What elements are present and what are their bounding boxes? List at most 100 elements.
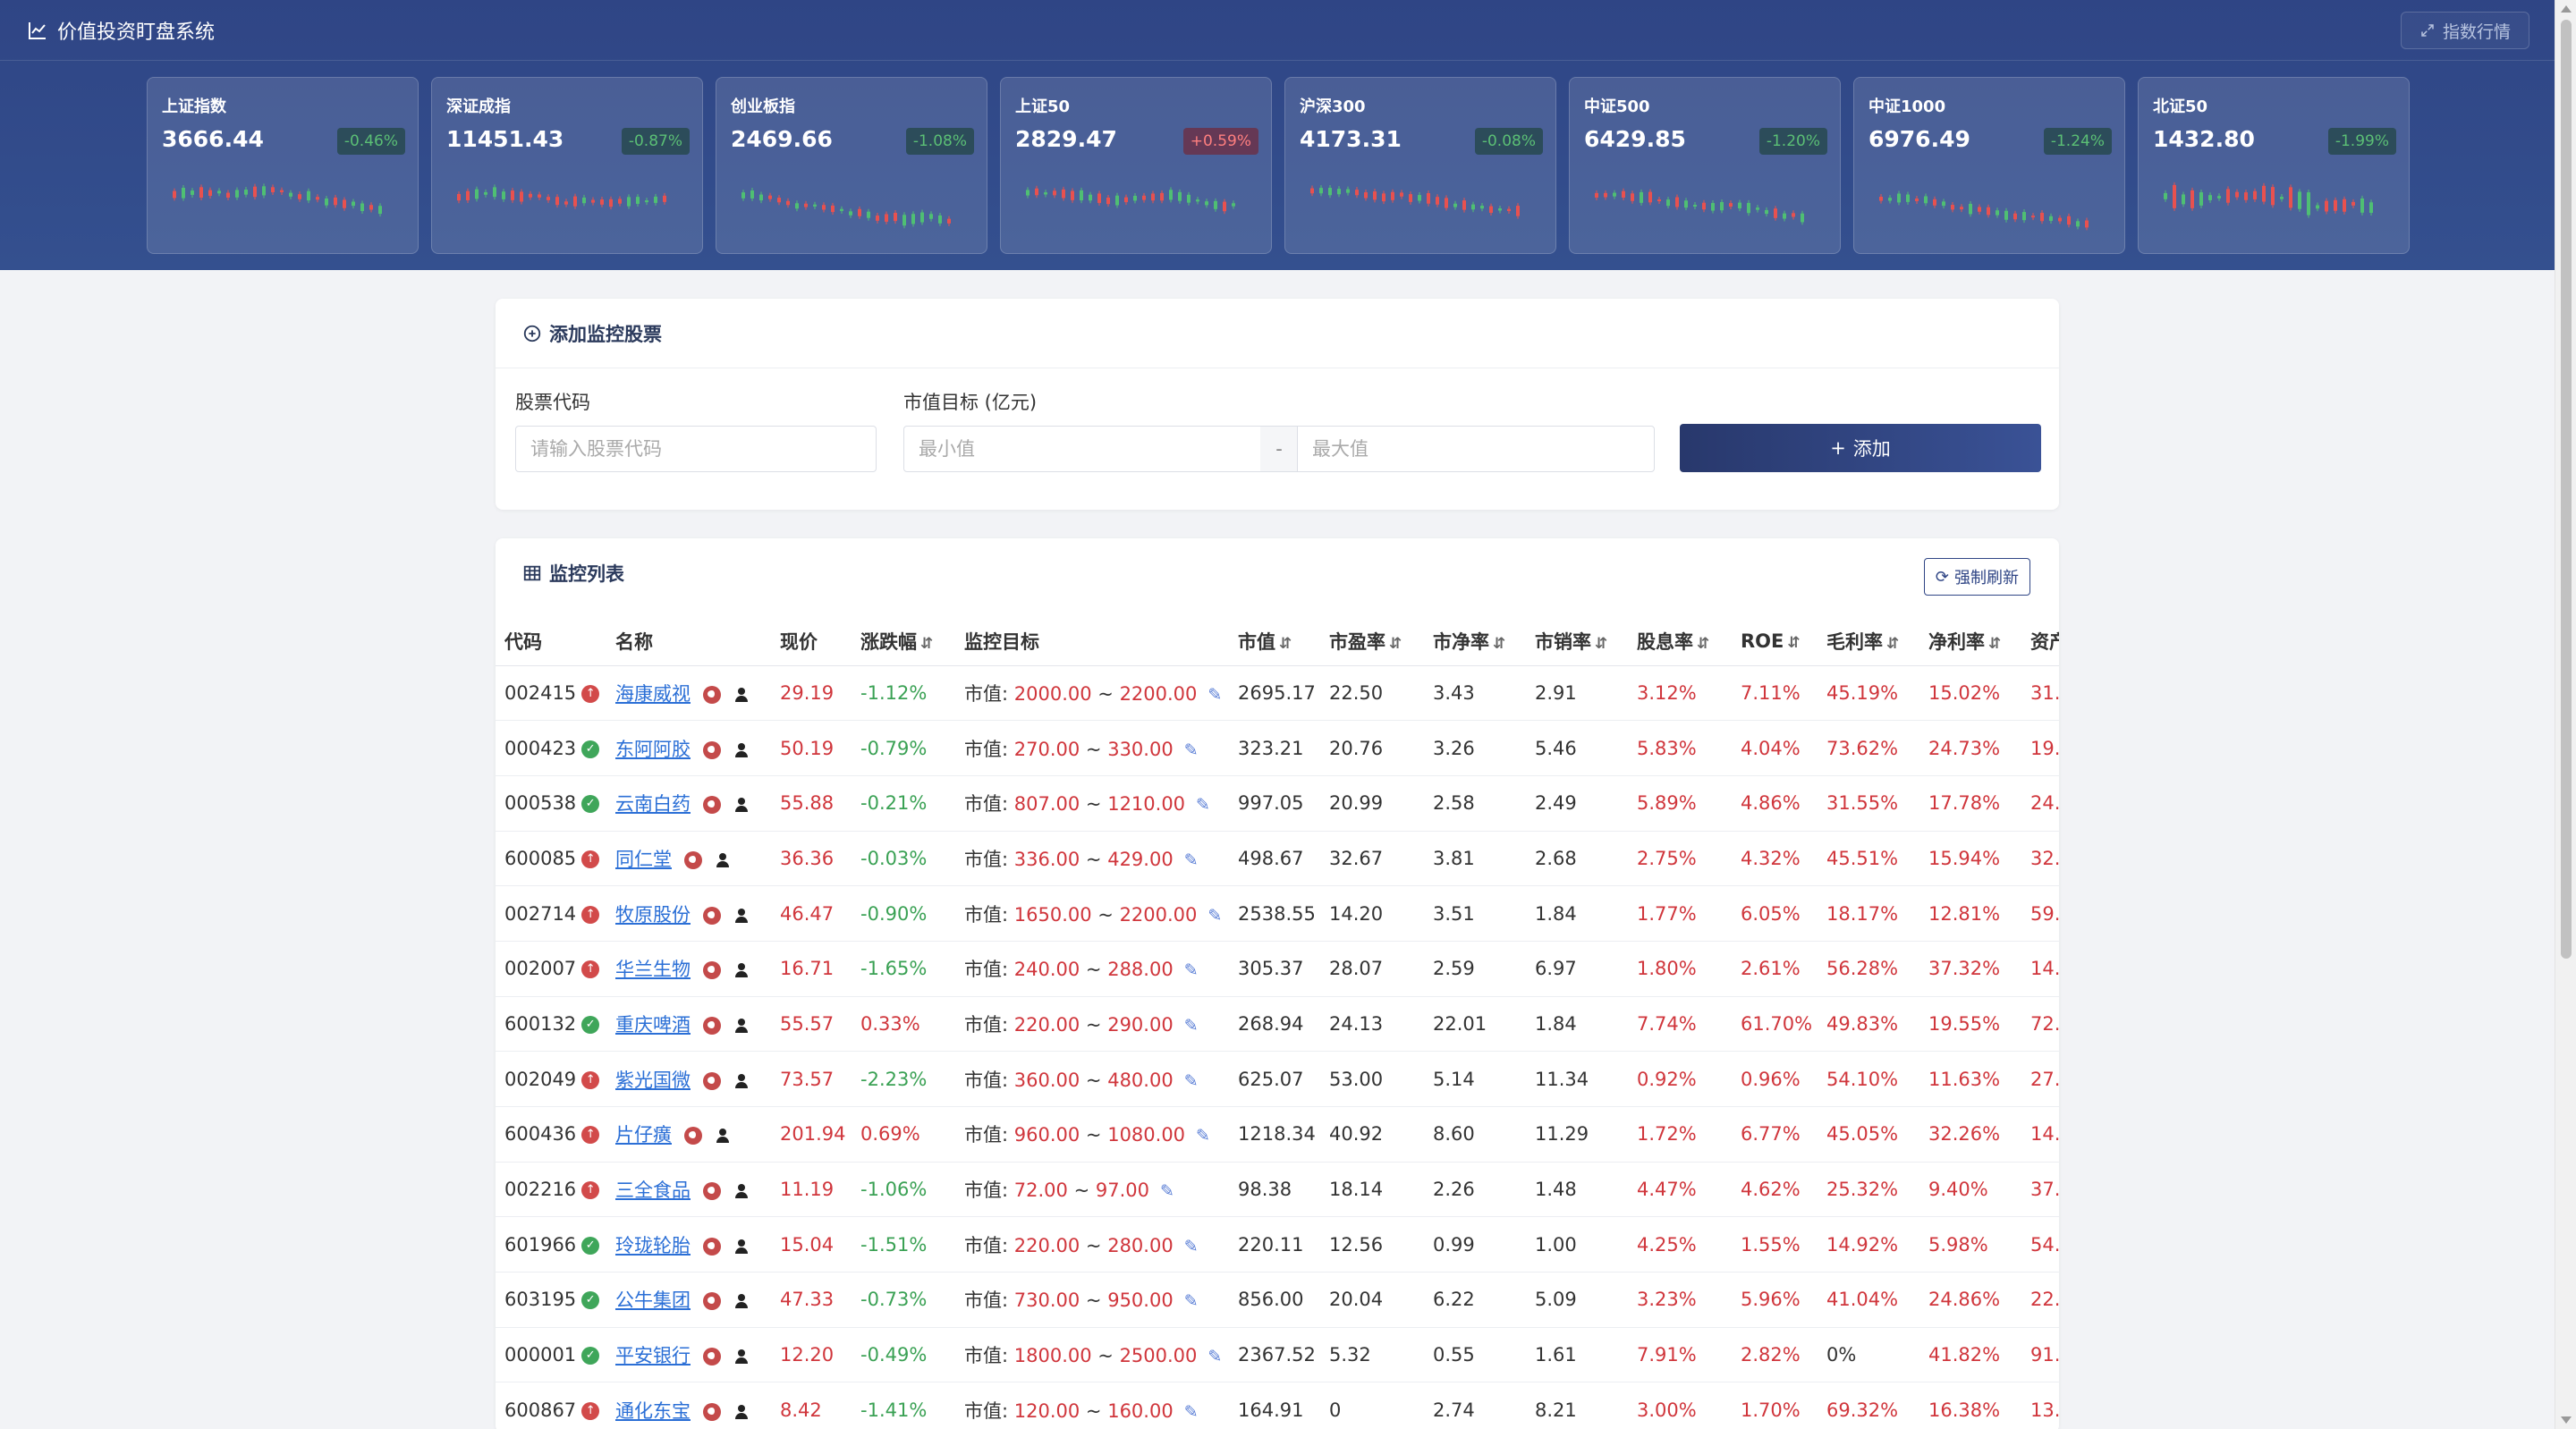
column-header[interactable]: 毛利率 ⇵ (1818, 617, 1919, 666)
code-input[interactable]: 请输入股票代码 (515, 426, 877, 472)
cap-max-input[interactable]: 最大值 (1297, 426, 1655, 472)
stock-name-link[interactable]: 同仁堂 (615, 849, 672, 870)
add-button[interactable]: + 添加 (1680, 424, 2041, 472)
user-icon[interactable] (735, 798, 748, 813)
snowball-icon[interactable] (703, 1016, 721, 1035)
table-row[interactable]: 002714 ↑ 牧原股份 46.47 -0.90% 市值: 1650.00 ~ 2200… (496, 885, 2059, 942)
snowball-icon[interactable] (703, 1237, 721, 1256)
edit-icon[interactable]: ✎ (1196, 795, 1210, 815)
snowball-icon[interactable] (703, 1071, 721, 1090)
column-header[interactable]: 市净率 ⇵ (1424, 617, 1526, 666)
index-card[interactable]: 中证500 6429.85 -1.20% (1569, 77, 1841, 254)
edit-icon[interactable]: ✎ (1184, 1402, 1199, 1422)
index-card[interactable]: 中证1000 6976.49 -1.24% (1853, 77, 2125, 254)
snowball-icon[interactable] (703, 1182, 721, 1201)
user-icon[interactable] (735, 1018, 748, 1033)
force-refresh-button[interactable]: ⟳ 强制刷新 (1923, 558, 2030, 596)
user-icon[interactable] (735, 1239, 748, 1254)
user-icon[interactable] (735, 742, 748, 757)
snowball-icon[interactable] (684, 850, 702, 869)
column-header[interactable]: 市盈率 ⇵ (1320, 617, 1424, 666)
sort-icon[interactable]: ⇵ (1886, 635, 1899, 653)
stock-name-link[interactable]: 紫光国微 (615, 1070, 691, 1091)
edit-icon[interactable]: ✎ (1160, 1181, 1174, 1201)
user-icon[interactable] (716, 1129, 729, 1144)
scroll-thumb[interactable] (2561, 20, 2572, 959)
table-row[interactable]: 000423 ✓ 东阿阿胶 50.19 -0.79% 市值: 270.00 ~ 330.0… (496, 720, 2059, 776)
sort-icon[interactable]: ⇵ (1389, 635, 1402, 653)
index-card[interactable]: 上证指数 3666.44 -0.46% (147, 77, 419, 254)
table-row[interactable]: 601966 ✓ 玲珑轮胎 15.04 -1.51% 市值: 220.00 ~ 280.0… (496, 1216, 2059, 1273)
user-icon[interactable] (735, 687, 748, 702)
sort-icon[interactable]: ⇵ (1279, 635, 1292, 653)
column-header[interactable]: 涨跌幅 ⇵ (852, 617, 955, 666)
user-icon[interactable] (735, 963, 748, 978)
table-row[interactable]: 002007 ↑ 华兰生物 16.71 -1.65% 市值: 240.00 ~ 288.0… (496, 941, 2059, 997)
stock-name-link[interactable]: 东阿阿胶 (615, 739, 691, 760)
table-row[interactable]: 600436 ↑ 片仔癀 201.94 0.69% 市值: 960.00 ~ 1080.0… (496, 1106, 2059, 1163)
stock-name-link[interactable]: 平安银行 (615, 1345, 691, 1366)
snowball-icon[interactable] (684, 1127, 702, 1146)
user-icon[interactable] (735, 908, 748, 923)
snowball-icon[interactable] (703, 740, 721, 759)
snowball-icon[interactable] (703, 796, 721, 815)
user-icon[interactable] (735, 1073, 748, 1088)
column-header[interactable]: 股息率 ⇵ (1628, 617, 1732, 666)
table-row[interactable]: 603195 ✓ 公牛集团 47.33 -0.73% 市值: 730.00 ~ 950.0… (496, 1272, 2059, 1328)
vertical-scrollbar[interactable] (2555, 0, 2576, 1429)
stock-name-link[interactable]: 片仔癀 (615, 1124, 672, 1146)
edit-icon[interactable]: ✎ (1184, 1291, 1199, 1311)
edit-icon[interactable]: ✎ (1184, 740, 1199, 760)
user-icon[interactable] (735, 1294, 748, 1309)
edit-icon[interactable]: ✎ (1208, 1347, 1222, 1366)
stock-name-link[interactable]: 三全食品 (615, 1180, 691, 1201)
column-header[interactable]: 市值 ⇵ (1229, 617, 1320, 666)
index-market-button[interactable]: 指数行情 (2400, 12, 2529, 49)
table-row[interactable]: 002049 ↑ 紫光国微 73.57 -2.23% 市值: 360.00 ~ 480.0… (496, 1051, 2059, 1107)
stock-name-link[interactable]: 海康威视 (615, 683, 691, 705)
stock-name-link[interactable]: 重庆啤酒 (615, 1014, 691, 1036)
edit-icon[interactable]: ✎ (1208, 685, 1222, 705)
sort-icon[interactable]: ⇵ (1697, 635, 1709, 653)
column-header[interactable]: 市销率 ⇵ (1526, 617, 1628, 666)
stock-name-link[interactable]: 云南白药 (615, 793, 691, 815)
table-row[interactable]: 600867 ↑ 通化东宝 8.42 -1.41% 市值: 120.00 ~ 160.00… (496, 1382, 2059, 1429)
edit-icon[interactable]: ✎ (1184, 1016, 1199, 1036)
column-header[interactable]: 净利率 ⇵ (1919, 617, 2021, 666)
scroll-down-icon[interactable] (2561, 1416, 2572, 1424)
user-icon[interactable] (735, 1184, 748, 1199)
stock-name-link[interactable]: 牧原股份 (615, 904, 691, 926)
table-row[interactable]: 600132 ✓ 重庆啤酒 55.57 0.33% 市值: 220.00 ~ 290.00… (496, 996, 2059, 1053)
user-icon[interactable] (735, 1404, 748, 1419)
table-row[interactable]: 002415 ↑ 海康威视 29.19 -1.12% 市值: 2000.00 ~ 2200… (496, 665, 2059, 722)
index-card[interactable]: 创业板指 2469.66 -1.08% (716, 77, 987, 254)
edit-icon[interactable]: ✎ (1184, 850, 1199, 870)
edit-icon[interactable]: ✎ (1184, 1071, 1199, 1091)
scroll-up-icon[interactable] (2561, 5, 2572, 13)
snowball-icon[interactable] (703, 685, 721, 704)
index-card[interactable]: 上证50 2829.47 +0.59% (1000, 77, 1272, 254)
stock-name-link[interactable]: 玲珑轮胎 (615, 1235, 691, 1256)
index-card[interactable]: 深证成指 11451.43 -0.87% (431, 77, 703, 254)
sort-icon[interactable]: ⇵ (1988, 635, 2001, 653)
user-icon[interactable] (735, 1349, 748, 1365)
snowball-icon[interactable] (703, 961, 721, 980)
sort-icon[interactable]: ⇵ (920, 635, 933, 653)
sort-icon[interactable]: ⇵ (1595, 635, 1607, 653)
stock-name-link[interactable]: 通化东宝 (615, 1400, 691, 1422)
edit-icon[interactable]: ✎ (1184, 1237, 1199, 1256)
snowball-icon[interactable] (703, 906, 721, 925)
sort-icon[interactable]: ⇵ (1493, 635, 1505, 653)
snowball-icon[interactable] (703, 1292, 721, 1311)
table-row[interactable]: 000001 ✓ 平安银行 12.20 -0.49% 市值: 1800.00 ~ 2500… (496, 1327, 2059, 1383)
table-row[interactable]: 002216 ↑ 三全食品 11.19 -1.06% 市值: 72.00 ~ 97.00 ✎… (496, 1162, 2059, 1218)
table-row[interactable]: 000538 ✓ 云南白药 55.88 -0.21% 市值: 807.00 ~ 1210.… (496, 775, 2059, 832)
edit-icon[interactable]: ✎ (1196, 1126, 1210, 1146)
column-header[interactable]: ROE ⇵ (1732, 617, 1818, 666)
table-row[interactable]: 600085 ↑ 同仁堂 36.36 -0.03% 市值: 336.00 ~ 429.00… (496, 831, 2059, 887)
index-card[interactable]: 北证50 1432.80 -1.99% (2138, 77, 2410, 254)
snowball-icon[interactable] (703, 1402, 721, 1421)
user-icon[interactable] (716, 852, 729, 867)
edit-icon[interactable]: ✎ (1184, 960, 1199, 980)
cap-min-input[interactable]: 最小值 (903, 426, 1261, 472)
